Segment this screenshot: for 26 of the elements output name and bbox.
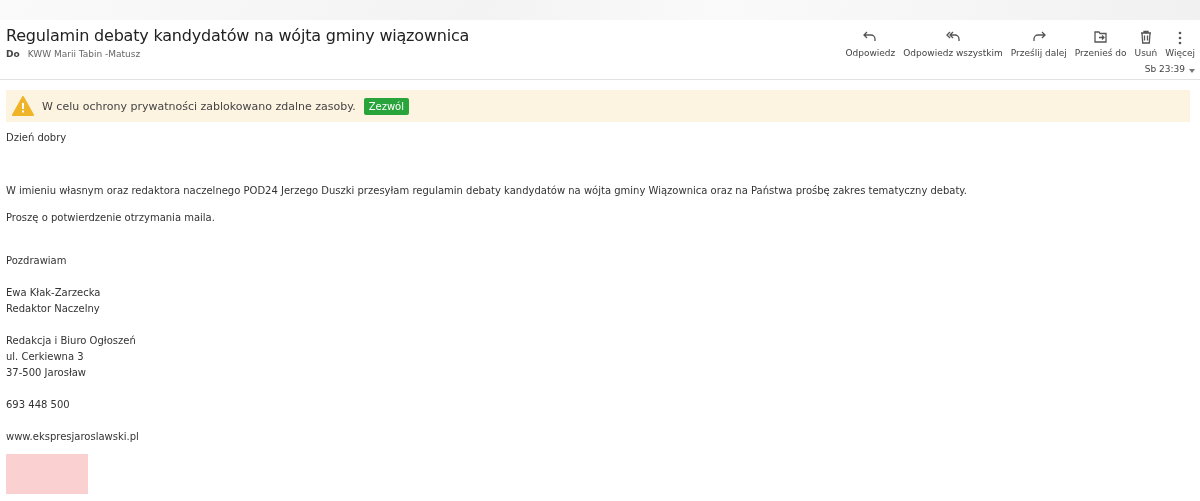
- toolbar-button[interactable]: Więcej: [1165, 24, 1195, 58]
- body-text: www.ekspresjaroslawski.pl: [6, 430, 140, 444]
- notice-text: W celu ochrony prywatności zablokowano zdalne zasoby.: [42, 99, 356, 113]
- toolbar-button[interactable]: Prześlij dalej: [1010, 24, 1067, 58]
- recipient-name[interactable]: KWW Marii Tabin -Matusz: [27, 49, 141, 59]
- email-subject: Regulamin debaty kandydatów na wójta gminy wiązownica: [6, 26, 470, 45]
- more-icon: [1178, 31, 1183, 45]
- body-text: Pozdrawiam: [6, 254, 68, 268]
- caret-icon[interactable]: [1189, 68, 1195, 73]
- body-text: 37-500 Jarosław: [6, 366, 88, 380]
- warning-icon: [12, 96, 34, 116]
- recipient-label: Do: [6, 49, 20, 59]
- body-text: Ewa Kłak-Zarzecka: [6, 286, 102, 300]
- toolbar-button[interactable]: Odpowiedz: [845, 24, 896, 58]
- body-text: Proszę o potwierdzenie otrzymania maila.: [6, 211, 216, 225]
- message-date: Sb 23:39: [1144, 64, 1185, 74]
- body-text: Dzień dobry: [6, 131, 68, 145]
- toolbar-button[interactable]: Usuń: [1134, 24, 1158, 58]
- body-text: W imieniu własnym oraz redaktora naczelnego POD24 Jerzego Duszki przesyłam regulamin debaty kandydatów na wójta gminy Wiązownica oraz na Państwa prośbę zakres tematyczny debaty.: [6, 184, 969, 198]
- body-text: Redaktor Naczelny: [6, 302, 101, 316]
- move-to-folder-icon: [1092, 29, 1109, 45]
- body-text: 693 448 500: [6, 398, 71, 412]
- toolbar-button[interactable]: Odpowiedz wszystkim: [903, 24, 1003, 58]
- body-text: Redakcja i Biuro Ogłoszeń: [6, 334, 137, 348]
- body-text: ul. Cerkiewna 3: [6, 350, 85, 364]
- toolbar-button[interactable]: Przenieś do: [1074, 24, 1127, 58]
